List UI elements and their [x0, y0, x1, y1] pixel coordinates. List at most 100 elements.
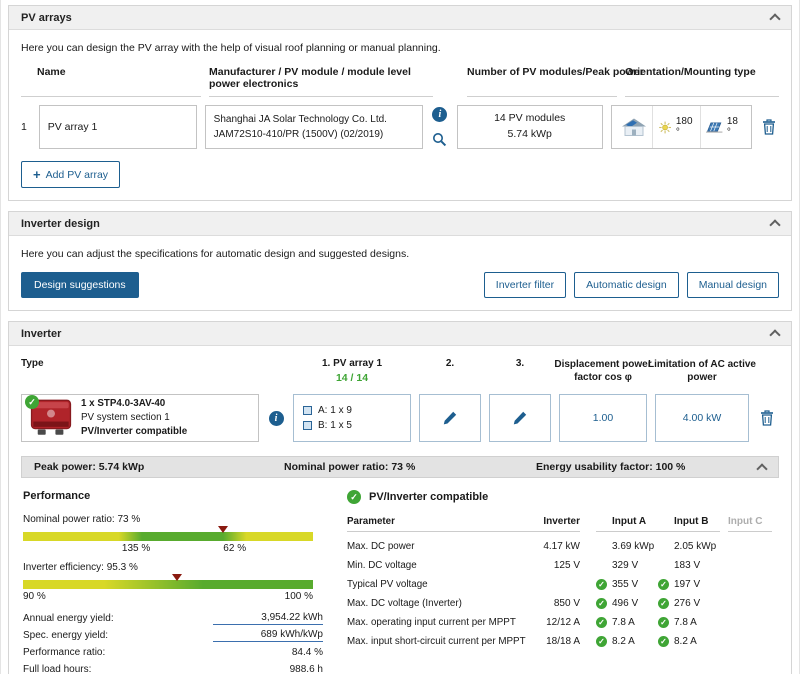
compat-input-a: 3.69 kWp: [596, 541, 658, 552]
compat-inverter-value: 125 V: [532, 560, 580, 571]
pv-arrays-table-header: Name Manufacturer / PV module / module l…: [21, 66, 779, 97]
compat-input-a: ✓496 V: [596, 598, 658, 609]
roof-house-icon: [621, 117, 647, 137]
pv-arrays-panel-header[interactable]: PV arrays: [9, 6, 791, 30]
string-configuration-field[interactable]: A: 1 x 9 B: 1 x 5: [293, 394, 411, 442]
pv-array-name-field[interactable]: PV array 1: [39, 105, 197, 149]
compat-input-a-value: 7.8 A: [612, 617, 635, 628]
collapse-chevron-icon[interactable]: [756, 463, 767, 474]
inverter-design-panel-header[interactable]: Inverter design: [9, 212, 791, 236]
check-slot: ✓: [658, 579, 674, 590]
string-a-icon: [303, 406, 312, 415]
inverter-compat-status: PV/Inverter compatible: [81, 425, 187, 439]
inverter-info-icon[interactable]: i: [269, 411, 284, 426]
delete-inverter-icon[interactable]: [760, 410, 774, 426]
inverter-filter-button[interactable]: Inverter filter: [484, 272, 566, 298]
compat-input-a: ✓ 7.8 A: [596, 617, 658, 628]
ac-limit-field[interactable]: 4.00 kW: [655, 394, 749, 442]
module-count: 14 PV modules: [494, 111, 565, 127]
check-icon: ✓: [658, 617, 669, 628]
add-pv-array-label: Add PV array: [46, 169, 108, 181]
compat-input-a: 329 V: [596, 560, 658, 571]
inverter-details-toggle[interactable]: Peak power: 5.74 kWp Nominal power ratio…: [21, 456, 779, 478]
string-b-config: B: 1 x 5: [318, 420, 352, 431]
collapse-chevron-icon[interactable]: [769, 13, 780, 24]
compat-parameter: Max. input short-circuit current per MPP…: [347, 636, 532, 647]
check-icon: ✓: [658, 598, 669, 609]
edit-array-3-button[interactable]: [489, 394, 551, 442]
stat-label: Full load hours:: [23, 664, 213, 674]
pvsol-system-design-page: PV arrays Here you can design the PV arr…: [0, 0, 800, 674]
compat-input-a-value: 329 V: [612, 560, 638, 571]
compat-inverter-value: 12/12 A: [532, 617, 580, 628]
stat-value[interactable]: 689 kWh/kWp: [213, 629, 323, 642]
azimuth-sun-icon: [658, 119, 672, 136]
compat-input-b: ✓8.2 A: [658, 636, 720, 647]
nominal-power-ratio-gauge: [23, 532, 313, 541]
compat-input-b-value: 2.05 kWp: [674, 541, 716, 552]
module-search-icon[interactable]: [432, 132, 447, 147]
pencil-icon: [443, 411, 457, 425]
check-icon: ✓: [658, 579, 669, 590]
column-3: 3.: [489, 358, 551, 369]
column-manufacturer: Manufacturer / PV module / module level …: [209, 66, 433, 97]
nominal-power-ratio-label: Nominal power ratio: 73 %: [23, 514, 323, 525]
design-suggestions-button[interactable]: Design suggestions: [21, 272, 139, 298]
compat-input-b-value: 276 V: [674, 598, 700, 609]
column-ac-limit: Limitation of AC active power: [648, 358, 756, 384]
pv-array-row: 1 PV array 1 Shanghai JA Solar Technolog…: [21, 105, 779, 149]
compat-inverter-value: 850 V: [532, 598, 580, 609]
compat-parameter: Min. DC voltage: [347, 560, 532, 571]
inverter-efficiency-label: Inverter efficiency: 95.3 %: [23, 562, 323, 573]
scale-tick: 62 %: [223, 543, 246, 554]
inverter-design-title: Inverter design: [21, 218, 100, 230]
inverter-ok-check-icon: ✓: [25, 395, 39, 409]
check-icon: ✓: [596, 617, 607, 628]
automatic-design-button[interactable]: Automatic design: [574, 272, 679, 298]
performance-title: Performance: [23, 490, 323, 502]
compat-input-b: ✓ 276 V: [658, 598, 720, 609]
inverter-model: 1 x STP4.0-3AV-40: [81, 397, 187, 411]
stat-value[interactable]: 3,954.22 kWh: [213, 612, 323, 625]
inverter-details: Performance Nominal power ratio: 73 % 13…: [21, 478, 779, 674]
column-input-c: Input C: [728, 516, 772, 532]
cos-phi-field[interactable]: 1.00: [559, 394, 647, 442]
add-pv-array-button[interactable]: + Add PV array: [21, 161, 120, 188]
nominal-power-ratio-summary: Nominal power ratio: 73 %: [284, 461, 536, 473]
string-a-config: A: 1 x 9: [318, 405, 352, 416]
ac-limit-value: 4.00 kW: [683, 412, 722, 424]
column-type: Type: [21, 358, 259, 369]
compat-inverter-value: 18/18 A: [532, 636, 580, 647]
compatibility-table-header: Parameter Inverter Input A Input B Input…: [347, 516, 777, 532]
pv-arrays-title: PV arrays: [21, 12, 72, 24]
compatibility-title: PV/Inverter compatible: [369, 491, 488, 503]
check-icon: ✓: [658, 636, 669, 647]
check-icon: ✓: [596, 598, 607, 609]
module-info-icon[interactable]: i: [432, 107, 447, 122]
plus-icon: +: [33, 168, 41, 181]
performance-stat-row: Spec. energy yield:689 kWh/kWp: [23, 627, 323, 644]
inverter-efficiency-gauge: [23, 580, 313, 589]
row-index: 1: [21, 121, 31, 133]
inverter-panel-header[interactable]: Inverter: [9, 322, 791, 346]
pv-module-field[interactable]: Shanghai JA Solar Technology Co. Ltd. JA…: [205, 105, 423, 149]
inverter-type-field[interactable]: ✓ 1 x STP4.0-3AV-40 PV system section 1 …: [21, 394, 259, 442]
collapse-chevron-icon[interactable]: [769, 329, 780, 340]
inverter-efficiency-scale: 90 % 100 %: [23, 589, 313, 604]
column-parameter: Parameter: [347, 516, 532, 532]
peak-power-summary: Peak power: 5.74 kWp: [34, 461, 284, 473]
scale-tick: 135 %: [122, 543, 150, 554]
module-count-field: 14 PV modules 5.74 kWp: [457, 105, 603, 149]
compat-input-b: 2.05 kWp: [658, 541, 720, 552]
stat-label: Annual energy yield:: [23, 613, 213, 624]
azimuth-value: 180 °: [676, 116, 696, 138]
edit-array-2-button[interactable]: [419, 394, 481, 442]
delete-pv-array-icon[interactable]: [762, 119, 776, 135]
check-slot: ✓: [658, 636, 674, 647]
column-input-a: Input A: [596, 516, 646, 527]
collapse-chevron-icon[interactable]: [769, 219, 780, 230]
compatible-check-icon: ✓: [347, 490, 361, 504]
compat-input-b-value: 183 V: [674, 560, 700, 571]
orientation-field[interactable]: 180 ° 18 °: [611, 105, 752, 149]
manual-design-button[interactable]: Manual design: [687, 272, 779, 298]
